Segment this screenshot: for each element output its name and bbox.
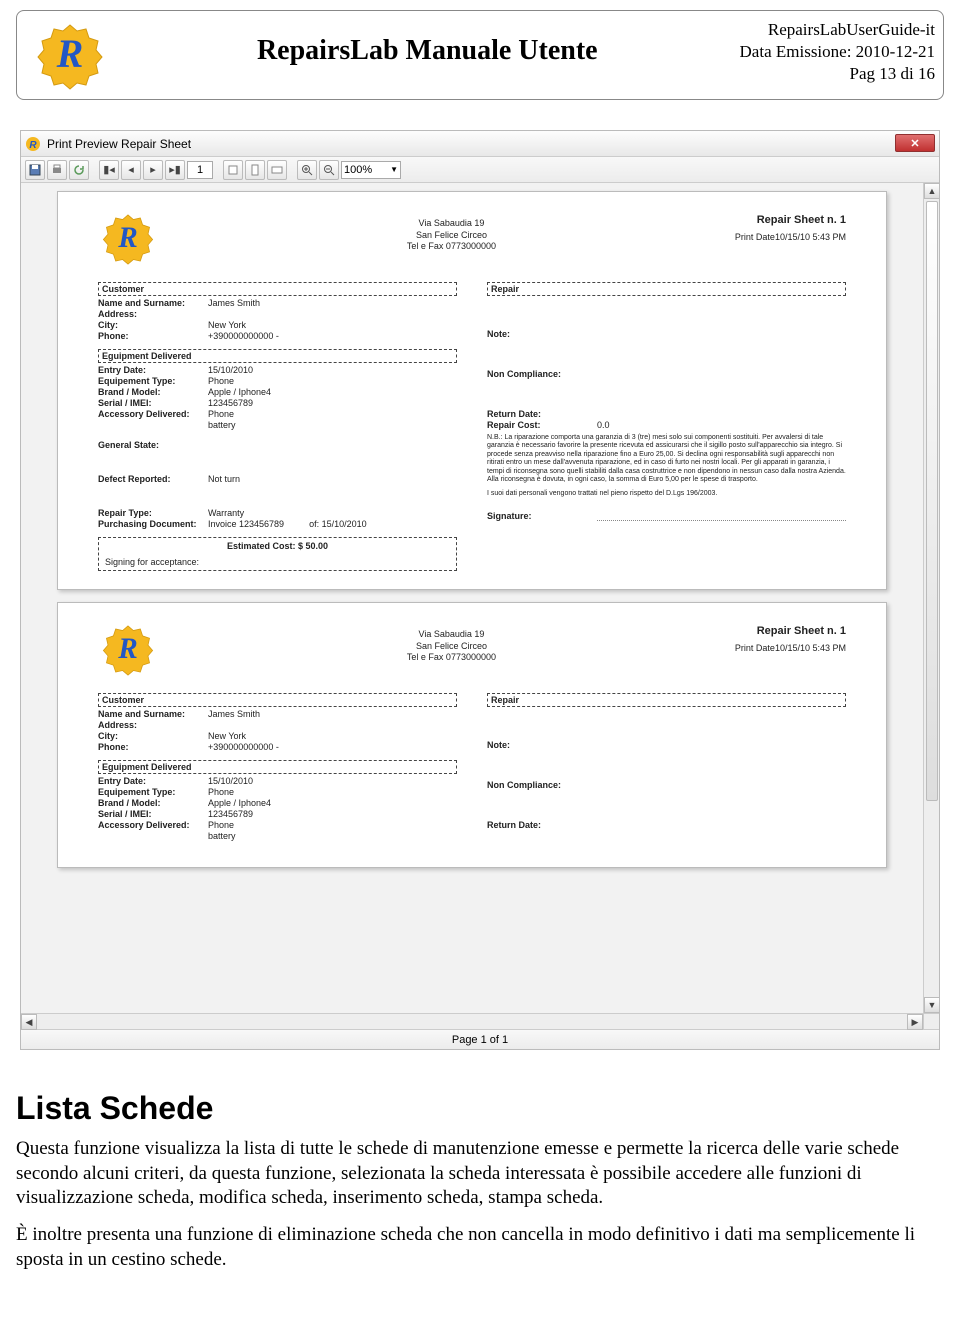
doc-date: Data Emissione: 2010-12-21 — [740, 41, 935, 63]
zoom-select[interactable]: 100%▼ — [341, 161, 401, 179]
repair-sheet-copy-2: R Via Sabaudia 19 San Felice Circeo Tel … — [57, 602, 887, 868]
section-heading: Lista Schede — [16, 1090, 944, 1127]
repair-section: Repair — [487, 282, 846, 296]
scroll-up-icon[interactable]: ▲ — [924, 183, 939, 199]
document-meta: RepairsLabUserGuide-it Data Emissione: 2… — [740, 15, 935, 85]
window-icon: R — [25, 136, 41, 152]
scroll-left-icon[interactable]: ◀ — [21, 1014, 37, 1030]
document-title: RepairsLab Manuale Utente — [115, 15, 740, 67]
print-icon[interactable] — [47, 160, 67, 180]
zoom-in-icon[interactable] — [297, 160, 317, 180]
repair-sheet-copy-1: R Via Sabaudia 19 San Felice Circeo Tel … — [57, 191, 887, 590]
nav-first-icon[interactable]: ▮◂ — [99, 160, 119, 180]
nav-prev-icon[interactable]: ◂ — [121, 160, 141, 180]
window-close-button[interactable]: ✕ — [895, 134, 935, 152]
svg-text:R: R — [29, 140, 37, 151]
estimated-cost-box: Estimated Cost: $ 50.00 Signing for acce… — [98, 537, 457, 571]
company-address: Via Sabaudia 19 San Felice Circeo Tel e … — [168, 210, 735, 253]
fit-width-icon[interactable] — [267, 160, 287, 180]
page-number-input[interactable] — [187, 161, 213, 179]
vertical-scrollbar[interactable]: ▲ ▼ — [923, 183, 939, 1013]
equipment-section: Eguipment Delivered — [98, 349, 457, 363]
preview-canvas[interactable]: R Via Sabaudia 19 San Felice Circeo Tel … — [21, 183, 923, 1013]
window-title: Print Preview Repair Sheet — [47, 137, 191, 151]
app-logo-icon: R — [25, 15, 115, 95]
sheet-top-right: Repair Sheet n. 1 Print Date10/15/10 5:4… — [735, 210, 846, 242]
sheet-logo-icon: R — [98, 621, 168, 681]
doc-page: Pag 13 di 16 — [740, 63, 935, 85]
window-title-bar[interactable]: R Print Preview Repair Sheet ✕ — [21, 131, 939, 157]
legal-text-2: I suoi dati personali vengono trattati n… — [487, 490, 846, 498]
customer-section: Customer — [98, 282, 457, 296]
body-paragraph-1: Questa funzione visualizza la lista di t… — [16, 1137, 944, 1211]
svg-text:R: R — [117, 222, 138, 254]
zoom-out-icon[interactable] — [319, 160, 339, 180]
sheet-logo-icon: R — [98, 210, 168, 270]
scroll-down-icon[interactable]: ▼ — [924, 997, 939, 1013]
document-header: R RepairsLab Manuale Utente RepairsLabUs… — [16, 10, 944, 100]
horizontal-scrollbar[interactable]: ◀ ▶ — [21, 1014, 923, 1029]
print-preview-window: R Print Preview Repair Sheet ✕ ▮◂ ◂ ▸ ▸▮… — [20, 130, 940, 1050]
doc-id: RepairsLabUserGuide-it — [740, 19, 935, 41]
fit-page-icon[interactable] — [245, 160, 265, 180]
svg-text:R: R — [56, 31, 84, 76]
body-paragraph-2: È inoltre presenta una funzione di elimi… — [16, 1223, 944, 1272]
scroll-thumb[interactable] — [926, 201, 938, 801]
legal-text-1: N.B.: La riparazione comporta una garanz… — [487, 434, 846, 484]
svg-text:R: R — [117, 633, 138, 665]
refresh-icon[interactable] — [69, 160, 89, 180]
toolbar: ▮◂ ◂ ▸ ▸▮ 100%▼ — [21, 157, 939, 183]
nav-last-icon[interactable]: ▸▮ — [165, 160, 185, 180]
nav-next-icon[interactable]: ▸ — [143, 160, 163, 180]
status-bar: Page 1 of 1 — [21, 1029, 939, 1049]
scroll-right-icon[interactable]: ▶ — [907, 1014, 923, 1030]
signature-line — [597, 511, 846, 521]
actual-size-icon[interactable] — [223, 160, 243, 180]
scrollbar-corner — [923, 1014, 939, 1029]
save-icon[interactable] — [25, 160, 45, 180]
